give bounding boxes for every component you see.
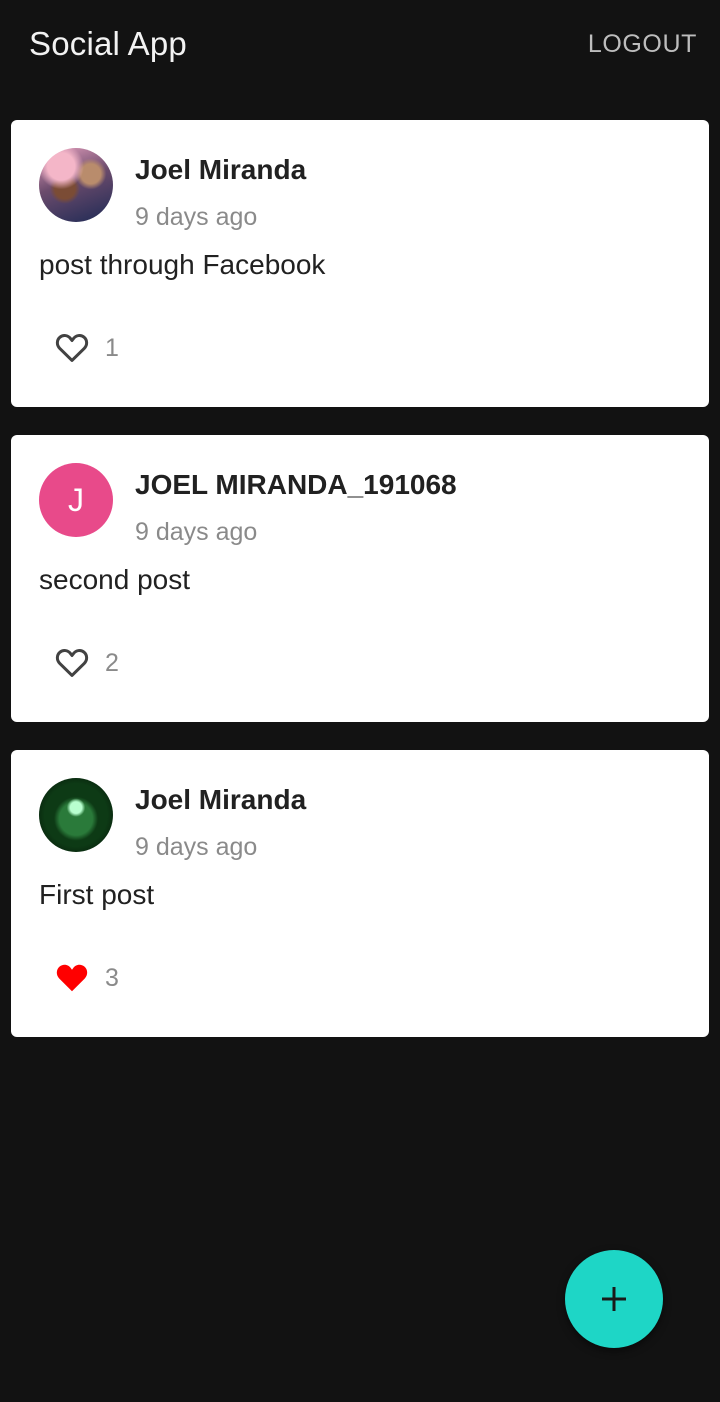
- post-body: First post: [39, 879, 155, 910]
- heart-outline-icon: [55, 649, 89, 677]
- post-feed: Joel Miranda 9 days ago post through Fac…: [11, 120, 709, 1065]
- avatar: J: [39, 463, 113, 537]
- post-card: Joel Miranda 9 days ago post through Fac…: [11, 120, 709, 407]
- like-button[interactable]: [53, 958, 91, 996]
- add-post-button[interactable]: [565, 1250, 663, 1348]
- like-button[interactable]: [53, 643, 91, 681]
- app-bar: Social App LOGOUT: [0, 0, 720, 90]
- like-count: 3: [105, 964, 119, 992]
- logout-button[interactable]: LOGOUT: [588, 26, 697, 62]
- avatar: [39, 778, 113, 852]
- post-card: Joel Miranda 9 days ago First post 3: [11, 750, 709, 1037]
- like-count: 1: [105, 334, 119, 362]
- post-author: Joel Miranda: [135, 154, 307, 185]
- post-author: Joel Miranda: [135, 784, 307, 815]
- post-timestamp: 9 days ago: [135, 203, 258, 231]
- plus-icon: [602, 1287, 626, 1311]
- post-body: second post: [39, 564, 190, 595]
- post-card: J JOEL MIRANDA_191068 9 days ago second …: [11, 435, 709, 722]
- post-timestamp: 9 days ago: [135, 518, 258, 546]
- heart-filled-icon: [56, 964, 88, 992]
- like-button[interactable]: [53, 328, 91, 366]
- post-author: JOEL MIRANDA_191068: [135, 469, 457, 500]
- post-body: post through Facebook: [39, 249, 326, 280]
- post-timestamp: 9 days ago: [135, 833, 258, 861]
- heart-outline-icon: [55, 334, 89, 362]
- avatar: [39, 148, 113, 222]
- like-count: 2: [105, 649, 119, 677]
- app-title: Social App: [29, 25, 187, 62]
